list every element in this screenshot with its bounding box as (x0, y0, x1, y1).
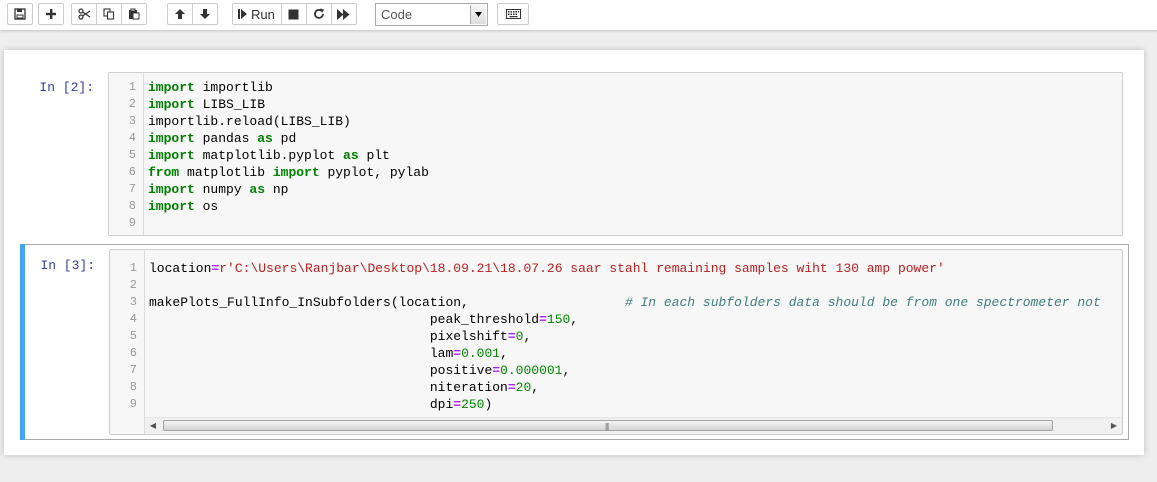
line-number: 5 (129, 329, 137, 343)
code-line: 4 import pandas as pd (109, 130, 1122, 147)
scrollbar-thumb[interactable]: ||| (163, 420, 1053, 431)
keyboard-group (497, 3, 529, 25)
line-number: 1 (128, 80, 136, 94)
code-line: 2 (110, 277, 1122, 294)
plus-icon (46, 9, 56, 19)
restart-kernel-button[interactable] (305, 3, 332, 25)
code-cell[interactable]: In [2]: 1 import importlib 2 import LIBS_L… (20, 70, 1130, 238)
code-line: 4 peak_threshold=150, (110, 311, 1122, 328)
copy-icon (103, 8, 115, 20)
line-number: 7 (128, 182, 136, 196)
scroll-right-icon[interactable]: ▶ (1109, 421, 1119, 431)
run-button-label: Run (251, 6, 275, 22)
line-number: 4 (128, 131, 136, 145)
line-number: 3 (129, 295, 137, 309)
input-prompt: In [3]: (40, 258, 95, 273)
save-button[interactable] (7, 3, 33, 25)
stop-icon (288, 9, 299, 19)
scrollbar-grip: ||| (605, 422, 609, 431)
code-line: 8 niteration=20, (110, 379, 1122, 396)
code-line: 6 lam=0.001, (110, 345, 1122, 362)
run-all-button[interactable] (330, 3, 357, 25)
line-number: 9 (128, 216, 136, 230)
keyboard-icon (505, 9, 521, 19)
step-forward-icon (238, 9, 247, 19)
line-number: 9 (129, 397, 137, 411)
floppy-disk-icon (14, 8, 26, 20)
insert-cell-button[interactable] (38, 3, 64, 25)
code-editor[interactable]: 1 import importlib 2 import LIBS_LIB 3 impo… (108, 72, 1123, 236)
input-prompt: In [2]: (39, 80, 94, 95)
insert-group (38, 3, 64, 25)
code-line: 9 (109, 215, 1122, 232)
save-group (7, 3, 33, 25)
code-line: 1 location=r'C:\Users\Ranjbar\Desktop\18.… (110, 260, 1122, 277)
scissors-icon (77, 8, 90, 20)
notebook-container: In [2]: 1 import importlib 2 import LIBS_L… (4, 50, 1144, 455)
code-line: 5 pixelshift=0, (110, 328, 1122, 345)
code-line: 3 makePlots_FullInfo_InSubfolders(locatio… (110, 294, 1122, 311)
line-number: 6 (129, 346, 137, 360)
code-line: 2 import LIBS_LIB (109, 96, 1122, 113)
code-editor[interactable]: 1 location=r'C:\Users\Ranjbar\Desktop\18.… (109, 249, 1123, 435)
fast-forward-icon (337, 8, 350, 20)
cell-type-select[interactable]: Code (375, 3, 488, 26)
move-up-button[interactable] (167, 3, 193, 25)
command-palette-button[interactable] (497, 3, 529, 25)
line-number: 6 (128, 165, 136, 179)
line-number: 2 (129, 278, 137, 292)
line-number: 2 (128, 97, 136, 111)
scroll-left-icon[interactable]: ◀ (148, 421, 158, 431)
run-group: Run (232, 3, 357, 25)
line-number: 8 (128, 199, 136, 213)
chevron-down-icon[interactable] (470, 5, 486, 24)
code-cell-selected[interactable]: In [3]: 1 location=r'C:\Users\Ranjbar\Des… (20, 244, 1129, 440)
move-group (167, 3, 218, 25)
code-line: 8 import os (109, 198, 1122, 215)
code-line: 9 dpi=250) (110, 396, 1122, 413)
cell-type-value: Code (381, 7, 413, 22)
arrow-down-icon (200, 9, 210, 19)
interrupt-kernel-button[interactable] (280, 3, 307, 25)
line-number: 4 (129, 312, 137, 326)
code-line: 1 import importlib (109, 79, 1122, 96)
refresh-icon (314, 8, 324, 19)
arrow-up-icon (175, 9, 185, 19)
move-down-button[interactable] (192, 3, 218, 25)
line-number: 3 (128, 114, 136, 128)
line-number: 5 (128, 148, 136, 162)
line-number: 8 (129, 380, 137, 394)
run-button[interactable]: Run (232, 3, 282, 25)
line-number: 7 (129, 363, 137, 377)
horizontal-scrollbar[interactable]: ◀ ||| ▶ (145, 417, 1122, 434)
code-line: 3 importlib.reload(LIBS_LIB) (109, 113, 1122, 130)
copy-button[interactable] (96, 3, 122, 25)
notebook-toolbar: Run Code (0, 0, 1157, 30)
edit-group (71, 3, 147, 25)
code-line: 7 import numpy as np (109, 181, 1122, 198)
paste-button[interactable] (121, 3, 147, 25)
code-line: 5 import matplotlib.pyplot as plt (109, 147, 1122, 164)
cut-button[interactable] (71, 3, 97, 25)
code-line: 6 from matplotlib import pyplot, pylab (109, 164, 1122, 181)
code-line: 7 positive=0.000001, (110, 362, 1122, 379)
line-number: 1 (129, 261, 137, 275)
cell-selection-indicator (20, 244, 25, 440)
clipboard-icon (129, 8, 140, 20)
